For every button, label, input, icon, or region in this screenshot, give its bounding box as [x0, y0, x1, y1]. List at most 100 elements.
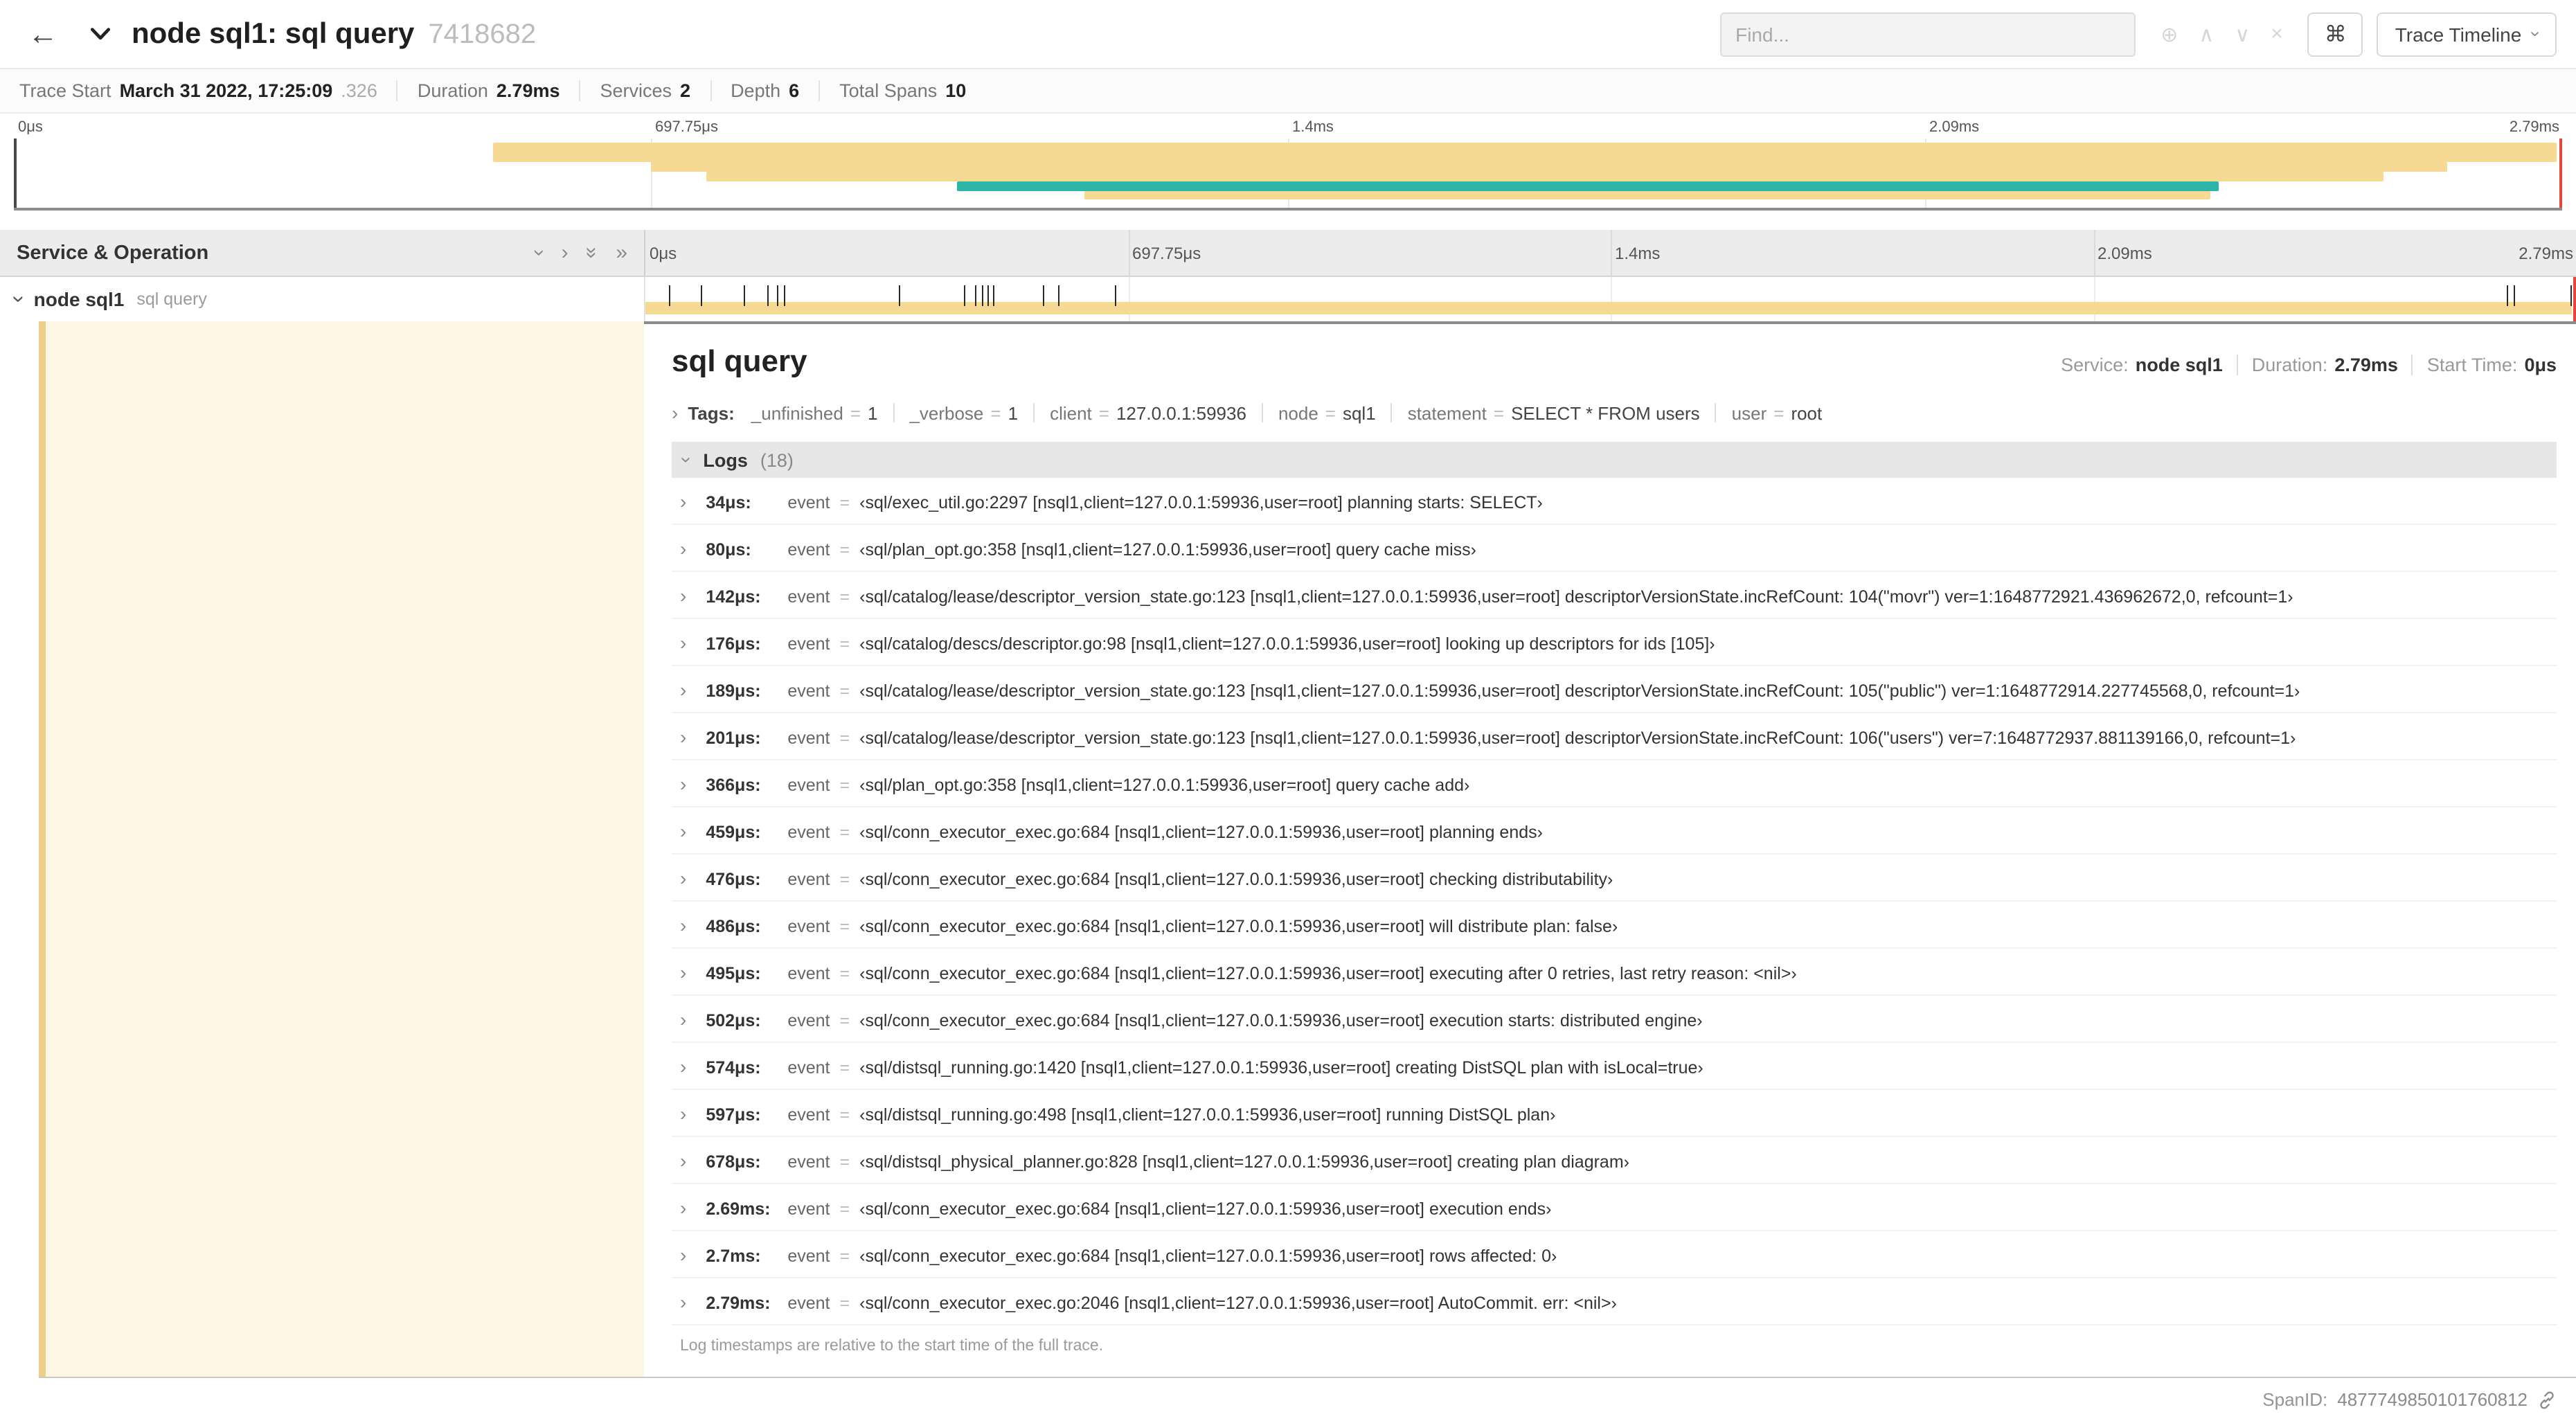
log-time: 502μs: [706, 1011, 761, 1030]
log-marker [1058, 285, 1060, 306]
locate-icon[interactable]: ⊕ [2161, 21, 2178, 46]
log-row[interactable]: › 201μs: event = ‹sql/catalog/lease/descript… [672, 713, 2557, 760]
deep-link-icon[interactable] [2537, 1390, 2557, 1409]
summary-item-value: 2 [680, 80, 691, 101]
log-row[interactable]: › 678μs: event = ‹sql/distsql_physical_plann… [672, 1137, 2557, 1184]
span-row-timeline[interactable] [644, 277, 2576, 321]
span-row-name-cell[interactable]: › node sql1 sql query [0, 277, 644, 321]
next-result-icon[interactable]: ∨ [2235, 21, 2250, 46]
detail-meta: Service: node sql1 Duration: 2.79ms Start Ti… [2061, 355, 2557, 375]
find-input[interactable] [1720, 12, 2136, 56]
tag-key: client [1050, 402, 1092, 423]
timeline-header: Service & Operation › › » » 0μs 697.75μs 1… [0, 230, 2576, 277]
log-marker [2514, 285, 2516, 306]
log-value: ‹sql/conn_executor_exec.go:684 [nsql1,cl… [859, 1011, 1703, 1030]
log-row[interactable]: › 486μs: event = ‹sql/conn_executor_exec.go:… [672, 902, 2557, 949]
log-equals: = [839, 1105, 850, 1125]
log-row[interactable]: › 34μs: event = ‹sql/exec_util.go:2297 [nsql… [672, 478, 2557, 525]
log-expand-icon[interactable]: › [680, 961, 686, 983]
log-expand-icon[interactable]: › [680, 773, 686, 795]
log-expand-icon[interactable]: › [680, 537, 686, 560]
log-expand-icon[interactable]: › [680, 1102, 686, 1125]
minimap-left-scrubber[interactable] [14, 138, 17, 208]
log-expand-icon[interactable]: › [680, 1055, 686, 1078]
collapse-all-icon[interactable]: » [580, 247, 604, 259]
minimap-tick-row: 0μs 697.75μs 1.4ms 2.09ms 2.79ms [14, 116, 2562, 138]
log-value: ‹sql/distsql_physical_planner.go:828 [ns… [859, 1152, 1629, 1172]
log-expand-icon[interactable]: › [680, 679, 686, 701]
log-expand-icon[interactable]: › [680, 1244, 686, 1266]
timeline-header-left: Service & Operation › › » » [0, 230, 644, 276]
log-row[interactable]: › 142μs: event = ‹sql/catalog/lease/descript… [672, 572, 2557, 619]
tag-equals: = [1098, 402, 1109, 423]
log-expand-icon[interactable]: › [680, 632, 686, 654]
trace-collapse-chevron-icon[interactable] [89, 22, 112, 46]
log-value: ‹sql/catalog/lease/descriptor_version_st… [859, 587, 2293, 607]
minimap-canvas[interactable] [14, 138, 2562, 211]
log-row[interactable]: › 597μs: event = ‹sql/distsql_running.go:498… [672, 1090, 2557, 1137]
log-time: 80μs: [706, 540, 751, 560]
tick-label: 697.75μs [1132, 243, 1201, 262]
logs-header[interactable]: › Logs (18) [672, 442, 2557, 478]
log-row[interactable]: › 80μs: event = ‹sql/plan_opt.go:358 [nsql1,… [672, 525, 2557, 572]
log-expand-icon[interactable]: › [680, 1150, 686, 1172]
prev-result-icon[interactable]: ∧ [2199, 21, 2214, 46]
chevron-down-icon: › [2525, 30, 2546, 37]
log-expand-icon[interactable]: › [680, 867, 686, 889]
log-row[interactable]: › 574μs: event = ‹sql/distsql_running.go:142… [672, 1043, 2557, 1090]
log-value: ‹sql/conn_executor_exec.go:684 [nsql1,cl… [859, 964, 1797, 983]
log-row[interactable]: › 502μs: event = ‹sql/conn_executor_exec.go:… [672, 996, 2557, 1043]
tag-value: 127.0.0.1:59936 [1116, 402, 1246, 423]
log-row[interactable]: › 2.7ms: event = ‹sql/conn_executor_exec.go:… [672, 1231, 2557, 1278]
span-duration-bar[interactable] [645, 302, 2572, 314]
log-row[interactable]: › 2.69ms: event = ‹sql/conn_executor_exec.go… [672, 1184, 2557, 1231]
log-row[interactable]: › 476μs: event = ‹sql/conn_executor_exec.go:… [672, 855, 2557, 902]
tag-equals: = [990, 402, 1001, 423]
log-row[interactable]: › 459μs: event = ‹sql/conn_executor_exec.go:… [672, 807, 2557, 855]
timeline-gridline [1128, 230, 1129, 276]
back-button[interactable]: ← [19, 10, 66, 57]
log-equals: = [839, 917, 850, 936]
tags-expand-icon[interactable]: › [672, 402, 678, 424]
span-row[interactable]: › node sql1 sql query [0, 277, 2576, 321]
log-time: 201μs: [706, 729, 761, 748]
log-marker [2506, 285, 2508, 306]
log-expand-icon[interactable]: › [680, 490, 686, 512]
log-time: 2.69ms: [706, 1199, 771, 1219]
log-value: ‹sql/conn_executor_exec.go:684 [nsql1,cl… [859, 1246, 1557, 1266]
log-equals: = [839, 1058, 850, 1078]
log-row[interactable]: › 366μs: event = ‹sql/plan_opt.go:358 [nsql1… [672, 760, 2557, 807]
log-expand-icon[interactable]: › [680, 726, 686, 748]
log-expand-icon[interactable]: › [680, 914, 686, 936]
tick-label: 697.75μs [655, 119, 718, 136]
log-key: event [787, 729, 830, 748]
trace-timeline-view-button[interactable]: Trace Timeline › [2377, 12, 2557, 56]
trace-minimap[interactable]: 0μs 697.75μs 1.4ms 2.09ms 2.79ms [0, 114, 2576, 211]
trace-summary: Trace Start March 31 2022, 17:25:09 .326 Du… [0, 69, 2576, 114]
span-collapse-icon[interactable]: › [5, 296, 30, 303]
clear-search-icon[interactable]: × [2271, 22, 2283, 46]
log-expand-icon[interactable]: › [680, 820, 686, 842]
span-color-column [39, 321, 644, 1377]
logs-collapse-icon[interactable]: › [677, 456, 699, 463]
expand-one-icon[interactable]: › [562, 242, 569, 263]
expand-all-icon[interactable]: » [616, 242, 627, 263]
log-expand-icon[interactable]: › [680, 1291, 686, 1313]
keyboard-shortcuts-button[interactable]: ⌘ [2307, 12, 2363, 56]
log-row[interactable]: › 2.79ms: event = ‹sql/conn_executor_exec.go… [672, 1278, 2557, 1325]
log-expand-icon[interactable]: › [680, 584, 686, 607]
log-value: ‹sql/conn_executor_exec.go:2046 [nsql1,c… [859, 1294, 1617, 1313]
log-row[interactable]: › 495μs: event = ‹sql/conn_executor_exec.go:… [672, 949, 2557, 996]
tags-row[interactable]: › Tags: _unfinished = 1 _verbose = 1 client = 12… [672, 402, 2557, 424]
log-time: 142μs: [706, 587, 761, 607]
minimap-right-scrubber[interactable] [2559, 138, 2562, 208]
log-expand-icon[interactable]: › [680, 1008, 686, 1030]
log-value: ‹sql/conn_executor_exec.go:684 [nsql1,cl… [859, 870, 1613, 889]
tick-label: 1.4ms [1292, 119, 1334, 136]
collapse-one-icon[interactable]: › [528, 249, 552, 256]
log-row[interactable]: › 189μs: event = ‹sql/catalog/lease/descript… [672, 666, 2557, 713]
summary-item: Duration 2.79ms [396, 80, 580, 101]
log-row[interactable]: › 176μs: event = ‹sql/catalog/descs/descript… [672, 619, 2557, 666]
log-expand-icon[interactable]: › [680, 1197, 686, 1219]
log-marker [744, 285, 746, 306]
